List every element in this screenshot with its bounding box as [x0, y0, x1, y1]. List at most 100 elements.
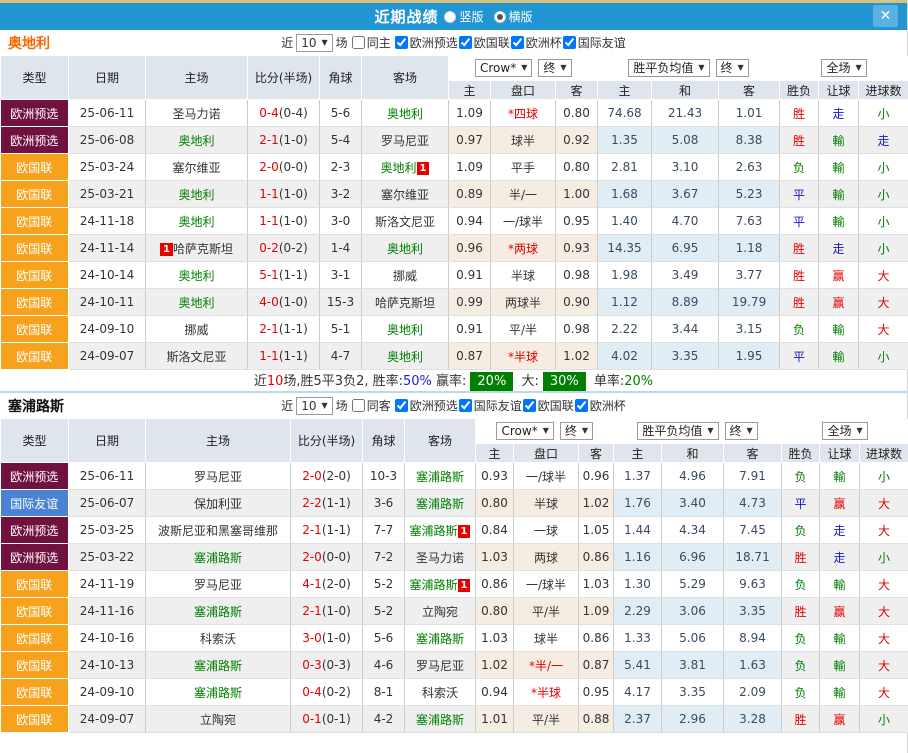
- avg-time-select[interactable]: 终▼: [725, 422, 758, 440]
- avg-draw-cell: 3.10: [652, 154, 719, 181]
- goals-result-cell: 小: [859, 343, 908, 370]
- competition-checkbox[interactable]: [575, 399, 588, 412]
- half-score: (0-3): [322, 658, 351, 672]
- avg-time-select[interactable]: 终▼: [716, 59, 749, 77]
- recent-count-select[interactable]: 10 ▼: [296, 397, 332, 415]
- odds-time-select[interactable]: 终▼: [560, 422, 593, 440]
- same-venue-filter[interactable]: 同客: [351, 397, 391, 414]
- full-score: 0-3: [302, 658, 322, 672]
- same-venue-checkbox[interactable]: [352, 36, 365, 49]
- layout-vertical-option[interactable]: 竖版: [444, 8, 483, 25]
- competition-checkbox[interactable]: [523, 399, 536, 412]
- scope-select[interactable]: 全场▼: [821, 59, 866, 77]
- home-team-cell: 奥地利: [146, 262, 248, 289]
- col-avg-away: 客: [724, 444, 782, 463]
- type-cell: 欧国联: [1, 571, 69, 598]
- away-team-cell: 奥地利: [362, 343, 449, 370]
- competition-filter[interactable]: 欧国联: [522, 397, 574, 414]
- avg-type-select[interactable]: 胜平负均值▼: [637, 422, 718, 440]
- competition-checkbox[interactable]: [459, 36, 472, 49]
- away-team-cell: 斯洛文尼亚: [362, 208, 449, 235]
- full-score: 2-0: [302, 469, 322, 483]
- section-austria: 奥地利 近 10 ▼ 场 同主 欧洲预选欧国联欧洲杯国际友谊: [0, 30, 907, 393]
- layout-horizontal-option[interactable]: 横版: [494, 8, 533, 25]
- type-cell: 国际友谊: [1, 490, 69, 517]
- match-row: 欧国联24-09-07斯洛文尼亚1-1(1-1)4-7奥地利0.87*半球1.0…: [1, 343, 908, 370]
- home-team-cell: 罗马尼亚: [146, 571, 291, 598]
- col-avg-home: 主: [598, 81, 652, 100]
- competition-filter[interactable]: 国际友谊: [562, 34, 626, 51]
- handicap-cell: *两球: [491, 235, 556, 262]
- corner-cell: 8-1: [363, 679, 405, 706]
- handicap-result-cell: 赢: [819, 289, 859, 316]
- handicap-cell: 半球: [514, 490, 579, 517]
- home-team-cell: 塞尔维亚: [146, 154, 248, 181]
- avg-away-cell: 4.73: [724, 490, 782, 517]
- away-odds-cell: 0.96: [579, 463, 614, 490]
- odds-time-select[interactable]: 终▼: [538, 59, 571, 77]
- team-name: 奥地利: [178, 269, 214, 283]
- avg-type-select[interactable]: 胜平负均值▼: [628, 59, 709, 77]
- away-odds-cell: 0.95: [579, 679, 614, 706]
- competition-label: 国际友谊: [578, 34, 626, 51]
- result-cell: 胜: [782, 706, 820, 733]
- handicap-result-cell: 輸: [820, 463, 860, 490]
- competition-checkbox[interactable]: [563, 36, 576, 49]
- team-name: 奥地利: [387, 323, 423, 337]
- full-score: 5-1: [259, 268, 279, 282]
- close-icon[interactable]: ✕: [873, 5, 898, 27]
- avg-away-cell: 1.63: [724, 652, 782, 679]
- avg-dropdown-group: 胜平负均值▼ 终▼: [598, 56, 780, 81]
- competition-checkbox[interactable]: [511, 36, 524, 49]
- same-venue-filter[interactable]: 同主: [351, 34, 391, 51]
- goals-result-cell: 小: [860, 463, 908, 490]
- competition-filter[interactable]: 国际友谊: [458, 397, 522, 414]
- date-cell: 24-09-07: [69, 706, 146, 733]
- full-score: 1-1: [259, 349, 279, 363]
- corner-cell: 7-2: [363, 544, 405, 571]
- competition-filter[interactable]: 欧洲杯: [574, 397, 626, 414]
- handicap-result-cell: 輸: [819, 208, 859, 235]
- goals-result-cell: 小: [860, 544, 908, 571]
- score-cell: 2-1(1-1): [291, 517, 363, 544]
- home-odds-cell: 0.93: [476, 463, 514, 490]
- odds-source-select[interactable]: Crow*▼: [496, 422, 553, 440]
- handicap-result-cell: 輸: [820, 625, 860, 652]
- competition-filter[interactable]: 欧洲杯: [510, 34, 562, 51]
- odds-source-select[interactable]: Crow*▼: [475, 59, 532, 77]
- handicap-result-cell: 赢: [820, 706, 860, 733]
- goals-result-cell: 小: [859, 100, 908, 127]
- type-cell: 欧国联: [1, 343, 69, 370]
- radio-vertical-icon[interactable]: [444, 11, 456, 23]
- avg-away-cell: 3.35: [724, 598, 782, 625]
- competition-label: 国际友谊: [474, 397, 522, 414]
- competition-checkbox[interactable]: [395, 399, 408, 412]
- away-odds-cell: 1.02: [579, 490, 614, 517]
- away-team-cell: 罗马尼亚: [405, 652, 476, 679]
- chevron-down-icon: ▼: [322, 38, 328, 47]
- match-row: 欧洲预选25-03-25波斯尼亚和黑塞哥维那2-1(1-1)7-7塞浦路斯10.…: [1, 517, 908, 544]
- type-cell: 欧国联: [1, 235, 69, 262]
- odds-source-value: Crow*: [501, 424, 537, 438]
- competition-checkbox[interactable]: [395, 36, 408, 49]
- avg-away-cell: 7.45: [724, 517, 782, 544]
- date-cell: 24-10-16: [69, 625, 146, 652]
- avg-away-cell: 3.28: [724, 706, 782, 733]
- competition-filter[interactable]: 欧国联: [458, 34, 510, 51]
- competition-filter[interactable]: 欧洲预选: [394, 397, 458, 414]
- team-name: 奥地利: [387, 350, 423, 364]
- same-venue-label: 同客: [367, 397, 391, 414]
- scope-select[interactable]: 全场▼: [822, 422, 867, 440]
- home-team-cell: 圣马力诺: [146, 100, 248, 127]
- same-venue-checkbox[interactable]: [352, 399, 365, 412]
- date-cell: 24-09-10: [69, 316, 146, 343]
- col-avg-draw: 和: [652, 81, 719, 100]
- competition-filter[interactable]: 欧洲预选: [394, 34, 458, 51]
- radio-horizontal-icon[interactable]: [494, 11, 506, 23]
- summary-part: 大:: [517, 374, 539, 389]
- handicap-result-cell: 輸: [820, 679, 860, 706]
- recent-count-select[interactable]: 10 ▼: [296, 34, 332, 52]
- away-team-cell: 塞浦路斯: [405, 463, 476, 490]
- team-name: 挪威: [184, 323, 208, 337]
- competition-checkbox[interactable]: [459, 399, 472, 412]
